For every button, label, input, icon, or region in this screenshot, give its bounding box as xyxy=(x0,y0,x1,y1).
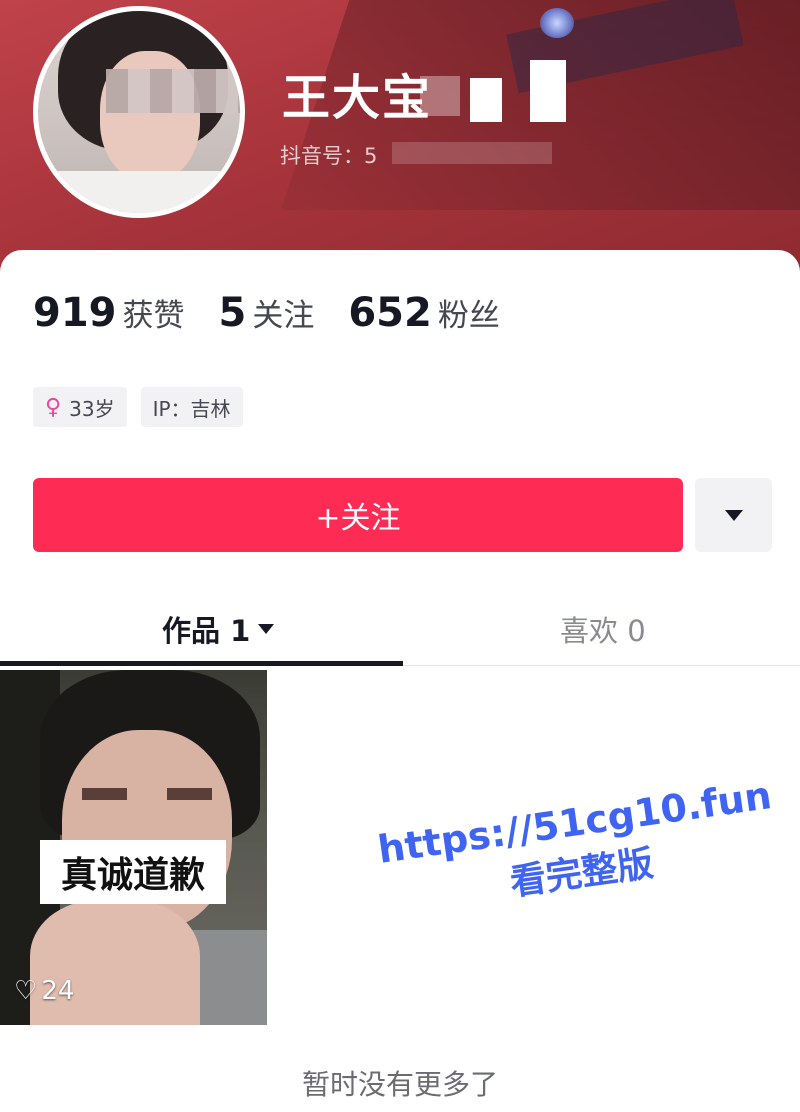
more-actions-button[interactable] xyxy=(695,478,772,552)
stat-following-value: 5 xyxy=(218,290,247,336)
thumbnail-eyes xyxy=(82,788,212,800)
username-blur xyxy=(470,78,502,122)
tab-works[interactable]: 作品 1 xyxy=(162,605,275,653)
avatar[interactable] xyxy=(33,6,245,218)
no-more-text: 暂时没有更多了 xyxy=(301,1068,498,1101)
triangle-down-icon xyxy=(258,624,275,634)
stat-following[interactable]: 5 关注 xyxy=(219,290,315,336)
video-likes: ♡ 24 xyxy=(14,976,74,1006)
stat-following-label: 关注 xyxy=(252,298,315,334)
video-caption: 真诚道歉 xyxy=(40,840,226,904)
age-tag: ♀ 33岁 xyxy=(33,387,127,427)
age-tag-label: 33岁 xyxy=(69,396,115,421)
profile-tags: ♀ 33岁 IP：吉林 xyxy=(33,387,257,427)
stat-followers-label: 粉丝 xyxy=(437,298,500,334)
active-tab-indicator xyxy=(0,661,403,666)
douyin-id-blur xyxy=(392,142,552,164)
ip-tag: IP：吉林 xyxy=(140,387,243,427)
username-blur xyxy=(530,60,566,122)
tab-works-label: 作品 1 xyxy=(162,614,251,648)
video-thumbnail[interactable]: 真诚道歉 ♡ 24 xyxy=(0,670,267,1025)
stat-likes[interactable]: 919 获赞 xyxy=(33,290,185,336)
tab-likes-label: 喜欢 0 xyxy=(560,614,646,648)
female-icon: ♀ xyxy=(45,394,62,420)
heart-outline-icon: ♡ xyxy=(14,976,38,1006)
username: 王大宝 xyxy=(282,70,433,126)
thumbnail-hand xyxy=(30,900,200,1025)
avatar-mosaic xyxy=(106,69,240,113)
avatar-shirt xyxy=(38,171,240,213)
header-ornament xyxy=(540,8,574,38)
stat-followers-value: 652 xyxy=(348,290,432,336)
triangle-down-icon xyxy=(724,509,743,521)
profile-stats: 919 获赞 5 关注 652 粉丝 xyxy=(33,290,534,336)
video-likes-count: 24 xyxy=(41,976,75,1006)
douyin-id: 抖音号：5 xyxy=(280,144,378,168)
stat-likes-label: 获赞 xyxy=(122,298,185,334)
ip-tag-label: IP：吉林 xyxy=(152,396,231,421)
username-blur xyxy=(420,76,460,116)
tab-likes[interactable]: 喜欢 0 xyxy=(560,605,646,653)
stat-followers[interactable]: 652 粉丝 xyxy=(348,290,500,336)
stat-likes-value: 919 xyxy=(33,290,117,336)
follow-button[interactable]: +关注 xyxy=(33,478,683,552)
